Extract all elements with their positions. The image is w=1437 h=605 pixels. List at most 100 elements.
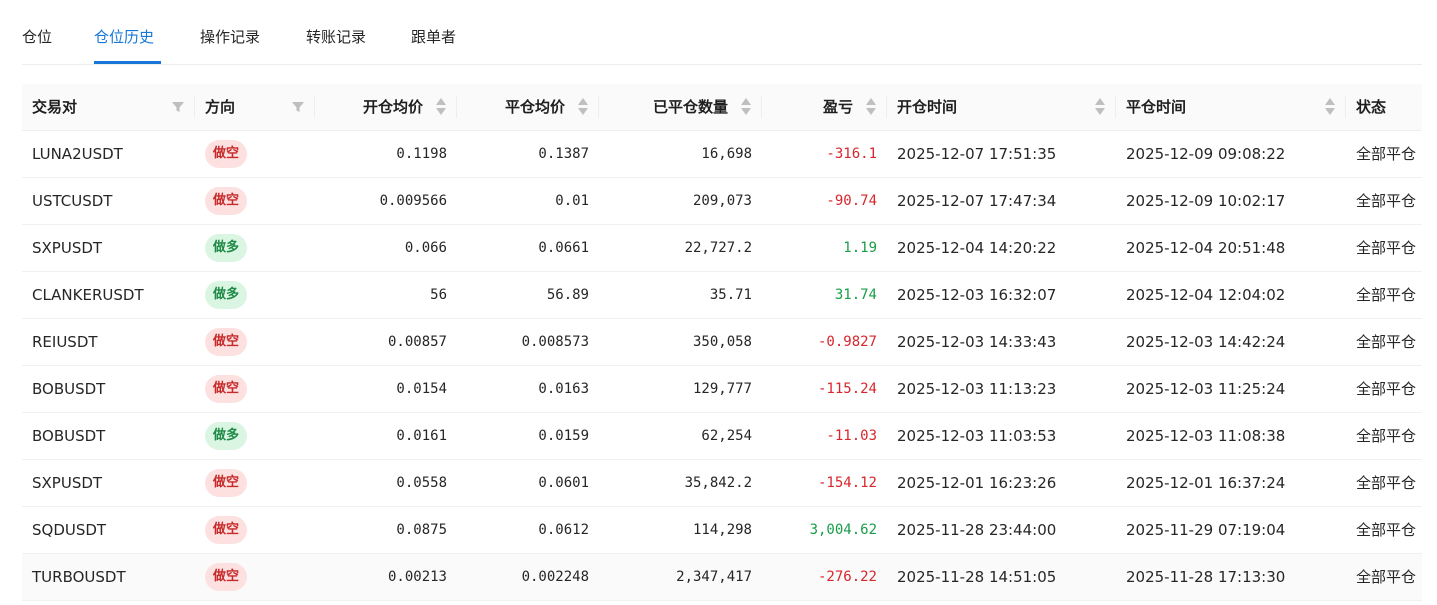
- cell-pair: SXPUSDT: [22, 459, 195, 507]
- cell-open-time: 2025-12-03 11:03:53: [887, 412, 1116, 460]
- table-row[interactable]: REIUSDT 做空 0.00857 0.008573 350,058 -0.9827 20…: [22, 318, 1422, 366]
- table-row[interactable]: SQDUSDT 做空 0.0875 0.0612 114,298 3,004.62 2025…: [22, 506, 1422, 554]
- cell-open-price: 56: [315, 271, 457, 319]
- cell-close-price: 0.008573: [457, 318, 599, 366]
- cell-close-time: 2025-12-03 11:08:38: [1116, 412, 1346, 460]
- table-row[interactable]: BOBUSDT 做空 0.0154 0.0163 129,777 -115.24 2025-…: [22, 365, 1422, 413]
- sort-icon[interactable]: [865, 98, 877, 116]
- cell-side: 做空: [195, 318, 315, 366]
- cell-status: 全部平仓: [1346, 224, 1422, 272]
- cell-close-price: 0.0163: [457, 365, 599, 413]
- cell-close-price: 56.89: [457, 271, 599, 319]
- cell-pair: SQDUSDT: [22, 506, 195, 554]
- sort-icon[interactable]: [1094, 98, 1106, 116]
- side-badge: 做多: [205, 233, 248, 262]
- cell-pair: REIUSDT: [22, 318, 195, 366]
- cell-pair: TURBOUSDT: [22, 553, 195, 601]
- cell-side: 做多: [195, 224, 315, 272]
- cell-close-time: 2025-12-03 11:25:24: [1116, 365, 1346, 413]
- cell-pnl: -0.9827: [762, 318, 887, 366]
- sort-icon[interactable]: [577, 98, 589, 116]
- cell-status: 全部平仓: [1346, 412, 1422, 460]
- cell-side: 做空: [195, 553, 315, 601]
- cell-close-price: 0.0601: [457, 459, 599, 507]
- cell-pair: CLANKERUSDT: [22, 271, 195, 319]
- column-header-pnl[interactable]: 盈亏: [762, 84, 887, 131]
- tab-followers[interactable]: 跟单者: [411, 27, 456, 47]
- cell-close-time: 2025-11-29 07:19:04: [1116, 506, 1346, 554]
- cell-open-price: 0.009566: [315, 177, 457, 225]
- table-row[interactable]: CLANKERUSDT 做多 56 56.89 35.71 31.74 2025-12-03…: [22, 271, 1422, 319]
- cell-pair: BOBUSDT: [22, 412, 195, 460]
- active-tab-indicator: [94, 61, 161, 64]
- tab-position-history[interactable]: 仓位历史: [94, 27, 154, 47]
- table-row[interactable]: TURBOUSDT 做空 0.00213 0.002248 2,347,417 -276.…: [22, 553, 1422, 601]
- cell-close-time: 2025-12-03 14:42:24: [1116, 318, 1346, 366]
- cell-status: 全部平仓: [1346, 459, 1422, 507]
- column-header-label: 盈亏: [822, 98, 853, 117]
- cell-pair: LUNA2USDT: [22, 130, 195, 178]
- column-header-pair[interactable]: 交易对: [22, 84, 195, 131]
- cell-close-price: 0.0612: [457, 506, 599, 554]
- column-header-close-time[interactable]: 平仓时间: [1116, 84, 1346, 131]
- column-header-closed-qty[interactable]: 已平仓数量: [599, 84, 762, 131]
- cell-open-time: 2025-12-07 17:47:34: [887, 177, 1116, 225]
- cell-status: 全部平仓: [1346, 365, 1422, 413]
- table-row[interactable]: USTCUSDT 做空 0.009566 0.01 209,073 -90.74 2025-…: [22, 177, 1422, 225]
- cell-closed-qty: 16,698: [599, 130, 762, 178]
- table-row[interactable]: SXPUSDT 做空 0.0558 0.0601 35,842.2 -154.12 2025…: [22, 459, 1422, 507]
- column-header-label: 开仓时间: [897, 98, 958, 117]
- cell-open-price: 0.0875: [315, 506, 457, 554]
- cell-status: 全部平仓: [1346, 177, 1422, 225]
- sort-icon[interactable]: [1324, 98, 1336, 116]
- side-badge: 做空: [205, 186, 248, 215]
- cell-pair: BOBUSDT: [22, 365, 195, 413]
- cell-close-price: 0.0661: [457, 224, 599, 272]
- table-row[interactable]: BOBUSDT 做多 0.0161 0.0159 62,254 -11.03 2025-12…: [22, 412, 1422, 460]
- table-row[interactable]: SXPUSDT 做多 0.066 0.0661 22,727.2 1.19 2025-12-…: [22, 224, 1422, 272]
- cell-status: 全部平仓: [1346, 506, 1422, 554]
- tab-transfer-log[interactable]: 转账记录: [306, 27, 366, 47]
- tab-bar: 仓位 仓位历史 操作记录 转账记录 跟单者: [22, 0, 1422, 65]
- cell-pnl: 3,004.62: [762, 506, 887, 554]
- cell-close-time: 2025-12-09 10:02:17: [1116, 177, 1346, 225]
- cell-pnl: -154.12: [762, 459, 887, 507]
- cell-closed-qty: 350,058: [599, 318, 762, 366]
- position-history-table: 交易对 方向 开仓均价 平仓均价 已平仓数量 盈亏 开仓时间 平仓时间 状态 L…: [22, 84, 1422, 605]
- side-badge: 做空: [205, 374, 248, 403]
- cell-open-time: 2025-12-03 14:33:43: [887, 318, 1116, 366]
- cell-close-time: 2025-11-28 17:13:30: [1116, 553, 1346, 601]
- column-header-side[interactable]: 方向: [195, 84, 315, 131]
- cell-closed-qty: 209,073: [599, 177, 762, 225]
- filter-icon[interactable]: [291, 100, 305, 114]
- cell-close-price: 0.01: [457, 177, 599, 225]
- cell-closed-qty: 62,254: [599, 412, 762, 460]
- cell-open-price: 0.0154: [315, 365, 457, 413]
- column-header-close-price[interactable]: 平仓均价: [457, 84, 599, 131]
- column-header-label: 状态: [1356, 98, 1387, 117]
- filter-icon[interactable]: [171, 100, 185, 114]
- cell-pnl: 31.74: [762, 271, 887, 319]
- cell-open-price: 0.066: [315, 224, 457, 272]
- cell-close-price: 0.0159: [457, 412, 599, 460]
- cell-status: 全部平仓: [1346, 553, 1422, 601]
- cell-open-price: 0.0558: [315, 459, 457, 507]
- cell-close-price: 0.1387: [457, 130, 599, 178]
- cell-open-price: 0.00857: [315, 318, 457, 366]
- column-header-open-time[interactable]: 开仓时间: [887, 84, 1116, 131]
- tab-operation-log[interactable]: 操作记录: [200, 27, 260, 47]
- column-header-label: 方向: [205, 98, 236, 117]
- column-header-open-price[interactable]: 开仓均价: [315, 84, 457, 131]
- table-row[interactable]: LUNA2USDT 做空 0.1198 0.1387 16,698 -316.1 2025-…: [22, 130, 1422, 178]
- cell-open-time: 2025-12-01 16:23:26: [887, 459, 1116, 507]
- cell-close-time: 2025-12-04 12:04:02: [1116, 271, 1346, 319]
- side-badge: 做多: [205, 421, 248, 450]
- sort-icon[interactable]: [740, 98, 752, 116]
- side-badge: 做空: [205, 515, 248, 544]
- cell-pnl: -90.74: [762, 177, 887, 225]
- sort-icon[interactable]: [435, 98, 447, 116]
- column-header-label: 平仓时间: [1126, 98, 1187, 117]
- cell-side: 做多: [195, 271, 315, 319]
- cell-closed-qty: 35,842.2: [599, 459, 762, 507]
- tab-positions[interactable]: 仓位: [22, 27, 52, 47]
